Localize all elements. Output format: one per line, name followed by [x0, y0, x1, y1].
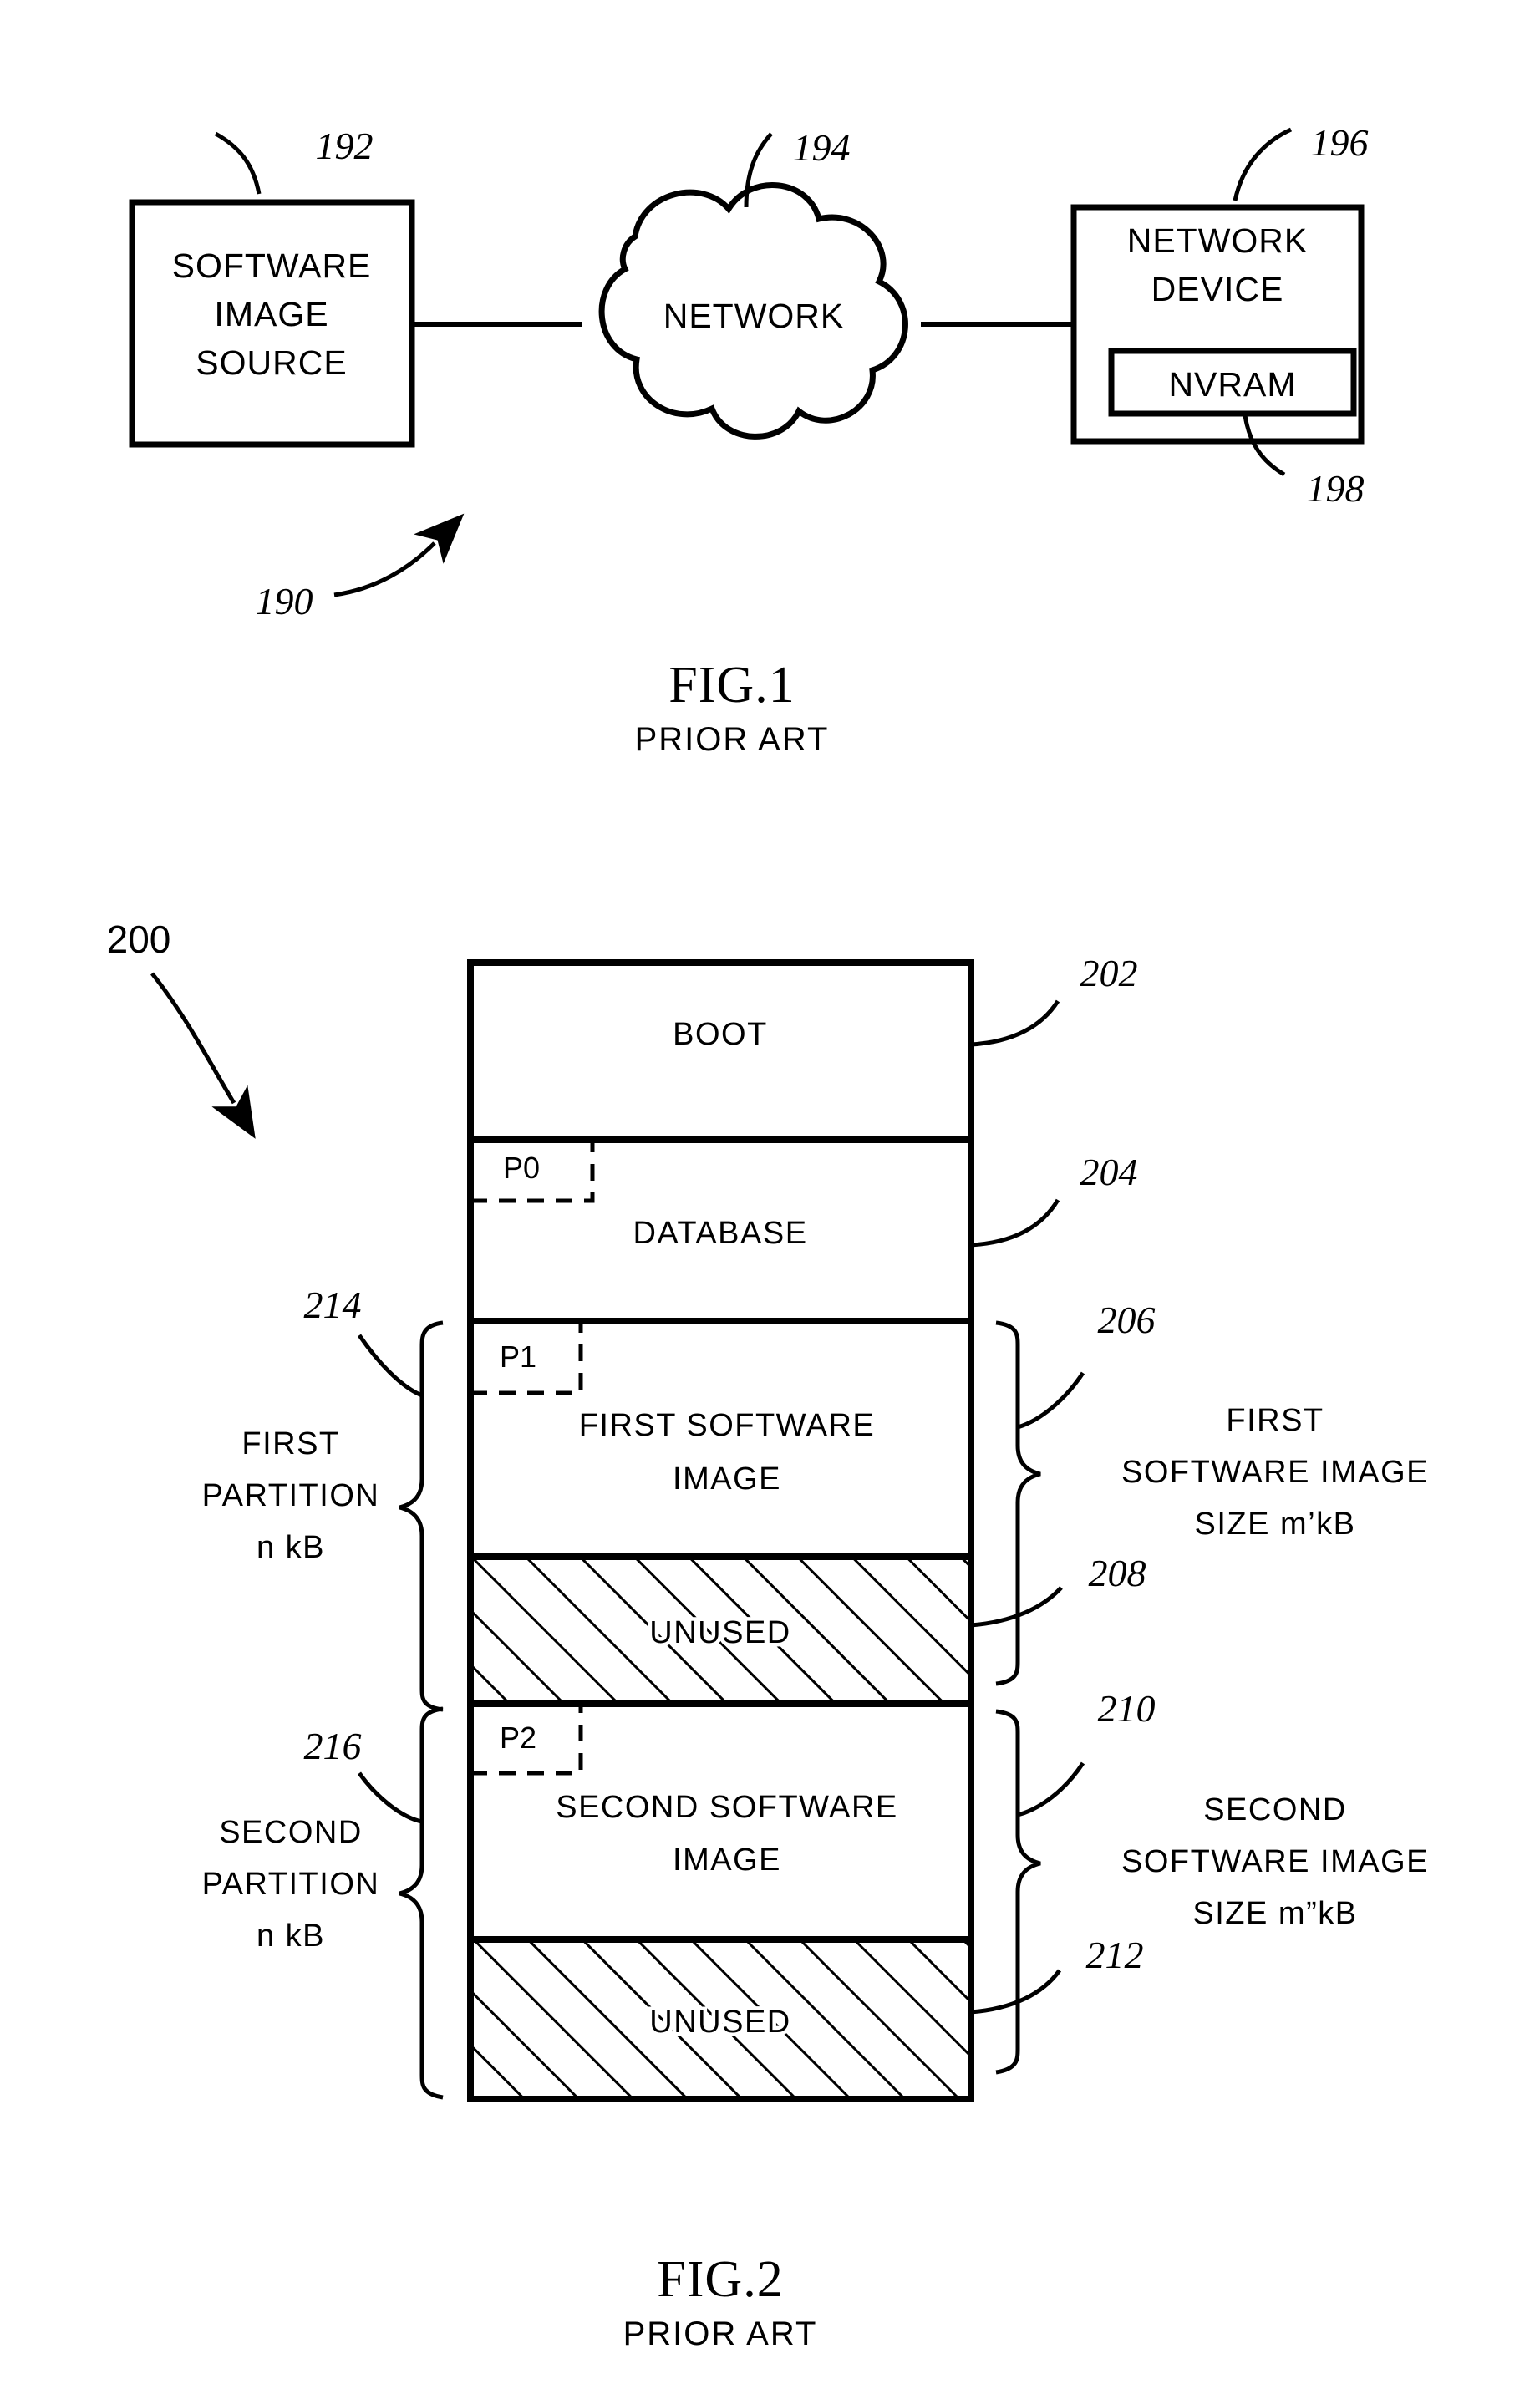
- fig2-segment-tag-2: P1: [500, 1339, 536, 1374]
- fig2-leader-206: [1017, 1371, 1085, 1430]
- fig2-segment-second-software-image: P2 SECOND SOFTWARE IMAGE: [467, 1700, 974, 1943]
- fig1-ref-196: 196: [1311, 121, 1369, 164]
- figure-canvas: SOFTWARE IMAGE SOURCE 192 NETWORK 194 NE…: [107, 121, 1429, 2352]
- fig1-software-image-source-box: SOFTWARE IMAGE SOURCE: [129, 199, 415, 448]
- fig2-segment-unused-first: UNUSED: [467, 1553, 974, 1707]
- fig2-leader-216: [357, 1771, 423, 1824]
- fig2-right-brace-second-image-size: 210 SECOND SOFTWARE IMAGE SIZE m”kB: [995, 1687, 1429, 2075]
- fig2-ref-200-arrow: [150, 972, 256, 1139]
- fig1-caption: FIG.1: [668, 657, 795, 714]
- fig2-segment-label-5: UNUSED: [649, 2005, 790, 2040]
- fig1-node-label-0-line0: SOFTWARE: [172, 247, 372, 285]
- fig2-segment-first-software-image: P1 FIRST SOFTWARE IMAGE: [467, 1318, 974, 1560]
- fig2-ref-214: 214: [304, 1283, 362, 1326]
- fig1-ref-190-arrow: [333, 513, 465, 597]
- fig2-ref-212: 212: [1086, 1934, 1144, 1976]
- fig1-leader-196: [1233, 127, 1293, 201]
- fig2-right-brace-line-0-2: SIZE m’kB: [1195, 1507, 1356, 1542]
- fig1-ref-192: 192: [316, 125, 374, 167]
- fig2-ref-200: 200: [107, 917, 171, 961]
- fig2-ref-210: 210: [1098, 1687, 1156, 1730]
- fig2-left-brace-line-1-2: n kB: [257, 1919, 325, 1954]
- fig2-left-brace-line-1-0: SECOND: [219, 1815, 363, 1850]
- fig1-nvram-label: NVRAM: [1168, 365, 1296, 404]
- fig1-node-label-2-line1: DEVICE: [1151, 270, 1284, 308]
- fig2-right-brace-line-1-0: SECOND: [1203, 1792, 1347, 1827]
- fig1-node-label-0-line1: IMAGE: [214, 295, 328, 333]
- fig2-leader-212: [970, 1969, 1062, 2015]
- fig2-segment-label-2-line1: IMAGE: [673, 1461, 781, 1497]
- fig2-leader-204: [970, 1198, 1060, 1248]
- fig2-segment-label-1: DATABASE: [633, 1216, 807, 1251]
- fig2-right-brace-line-1-1: SOFTWARE IMAGE: [1121, 1844, 1429, 1879]
- fig2-segment-label-2-line0: FIRST SOFTWARE: [579, 1408, 876, 1443]
- fig2-left-brace-first-partition: 214 FIRST PARTITION n kB: [202, 1283, 444, 1712]
- fig2-segment-boot: BOOT: [467, 959, 974, 1143]
- fig1-node-label-1-line0: NETWORK: [663, 297, 845, 335]
- fig2-left-brace-second-partition: 216 SECOND PARTITION n kB: [202, 1706, 444, 2100]
- fig1-caption-sub: PRIOR ART: [635, 721, 830, 758]
- fig2-segment-database: P0 DATABASE: [467, 1136, 974, 1324]
- fig2-caption-sub: PRIOR ART: [623, 2315, 818, 2352]
- fig1-leader-198: [1243, 414, 1286, 477]
- fig2-segment-unused-second: UNUSED: [467, 1936, 974, 2102]
- fig2-ref-206: 206: [1098, 1299, 1156, 1341]
- fig1-leader-194: [744, 132, 773, 208]
- fig1-network-cloud: NETWORK: [598, 182, 908, 440]
- fig2-leader-214: [357, 1334, 423, 1398]
- fig2-segment-tag-1: P0: [503, 1151, 540, 1185]
- fig2-ref-216: 216: [304, 1725, 362, 1767]
- fig2-left-brace-line-0-2: n kB: [257, 1530, 325, 1565]
- patent-figure-page: SOFTWARE IMAGE SOURCE 192 NETWORK 194 NE…: [0, 0, 1540, 2394]
- fig2-ref-202: 202: [1080, 952, 1138, 994]
- fig2-segment-label-4-line1: IMAGE: [673, 1843, 781, 1878]
- fig1-ref-198: 198: [1307, 467, 1365, 510]
- fig2-ref-208: 208: [1089, 1552, 1146, 1594]
- fig2-caption: FIG.2: [657, 2251, 783, 2308]
- fig2-leader-210: [1017, 1761, 1085, 1817]
- fig2-ref-204: 204: [1080, 1151, 1138, 1193]
- fig2-left-brace-line-0-0: FIRST: [241, 1426, 339, 1461]
- fig2-right-brace-line-0-1: SOFTWARE IMAGE: [1121, 1455, 1429, 1490]
- fig2-segment-label-4-line0: SECOND SOFTWARE: [556, 1790, 898, 1825]
- fig1-ref-194: 194: [793, 126, 851, 169]
- fig2-leader-202: [970, 999, 1060, 1047]
- fig2-right-brace-first-image-size: 206 FIRST SOFTWARE IMAGE SIZE m’kB: [995, 1299, 1429, 1686]
- fig2-left-brace-line-1-1: PARTITION: [202, 1867, 380, 1902]
- fig1-leader-192: [214, 131, 262, 195]
- fig2-segment-tag-4: P2: [500, 1721, 536, 1755]
- fig2-segment-label-3: UNUSED: [649, 1615, 790, 1650]
- fig2-left-brace-line-0-1: PARTITION: [202, 1478, 380, 1513]
- fig2-segment-label-0: BOOT: [673, 1017, 768, 1052]
- fig2-right-brace-line-1-2: SIZE m”kB: [1192, 1896, 1357, 1931]
- fig1-node-label-0-line2: SOURCE: [196, 343, 347, 382]
- fig2-right-brace-line-0-0: FIRST: [1226, 1403, 1324, 1438]
- fig1-network-device-box: NETWORK DEVICE NVRAM: [1070, 204, 1365, 445]
- fig1-node-label-2-line0: NETWORK: [1127, 221, 1309, 260]
- fig1-ref-190: 190: [256, 580, 313, 623]
